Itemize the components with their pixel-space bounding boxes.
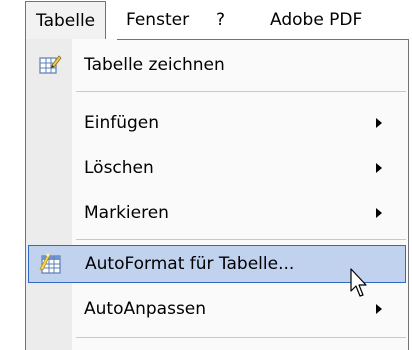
menu-item-label: AutoAnpassen bbox=[84, 299, 207, 319]
menu-item-label: Einfügen bbox=[84, 113, 160, 133]
menu-top-border bbox=[117, 39, 409, 40]
menu-bar: Tabelle Fenster ? Adobe PDF bbox=[0, 0, 412, 40]
mouse-cursor-icon bbox=[350, 268, 370, 298]
menu-item-loeschen[interactable]: Löschen bbox=[26, 146, 408, 190]
menu-item-label: Löschen bbox=[84, 158, 154, 178]
menu-item-markieren[interactable]: Markieren bbox=[26, 191, 408, 235]
menu-tabelle[interactable]: Tabelle bbox=[25, 1, 107, 39]
menu-item-einfuegen[interactable]: Einfügen bbox=[26, 101, 408, 145]
menu-item-tabelle-zeichnen[interactable]: Tabelle zeichnen bbox=[26, 43, 408, 87]
menu-separator bbox=[76, 239, 406, 240]
submenu-arrow-icon bbox=[376, 304, 382, 314]
menu-item-label: Markieren bbox=[84, 203, 169, 223]
menu-fenster[interactable]: Fenster bbox=[118, 0, 197, 40]
menu-help[interactable]: ? bbox=[208, 0, 233, 40]
autoformat-table-icon bbox=[39, 252, 63, 276]
submenu-arrow-icon bbox=[376, 163, 382, 173]
menu-item-label: AutoFormat für Tabelle... bbox=[85, 254, 295, 274]
submenu-arrow-icon bbox=[376, 118, 382, 128]
menu-item-label: Tabelle zeichnen bbox=[84, 55, 225, 75]
pencil-table-icon bbox=[38, 53, 62, 77]
menu-adobe-pdf[interactable]: Adobe PDF bbox=[262, 0, 370, 40]
submenu-arrow-icon bbox=[376, 208, 382, 218]
menu-separator bbox=[76, 337, 406, 338]
tabelle-dropdown-menu: Tabelle zeichnen Einfügen Löschen Markie… bbox=[25, 39, 409, 350]
menu-separator bbox=[76, 91, 406, 92]
